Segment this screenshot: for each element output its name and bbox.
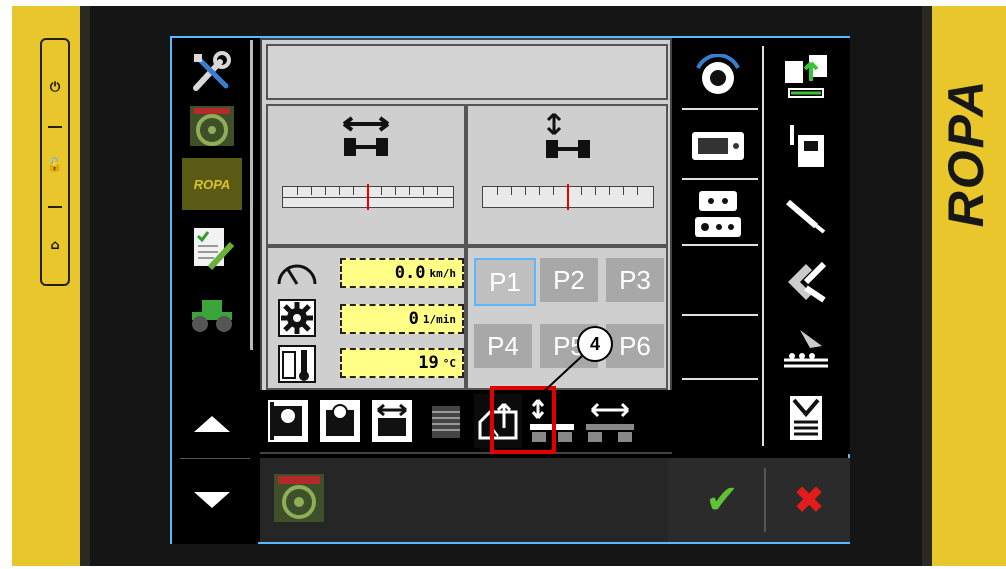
hardware-key-panel: ⏻ 🔓 ⌂ [40, 38, 70, 286]
right-menu [674, 38, 850, 454]
scroll-down-button[interactable] [182, 474, 242, 526]
blade-icon[interactable] [766, 184, 846, 244]
grid-panel-icon[interactable] [420, 394, 468, 448]
transfer-green-icon[interactable] [766, 46, 846, 106]
temperature-unit: °C [442, 356, 456, 370]
height-icon [546, 112, 590, 158]
rotating-gear-icon[interactable] [678, 46, 758, 106]
speed-readout: 0.0 km/h [340, 258, 464, 288]
scroll-up-button[interactable] [182, 398, 242, 450]
width-adjust-icon[interactable] [368, 394, 416, 448]
speed-value: 0.0 [394, 263, 426, 283]
control-panel-icon[interactable] [678, 184, 758, 244]
cleaning-unit-icon[interactable] [766, 252, 846, 312]
menu-scrollbar[interactable] [250, 40, 253, 350]
conveyor-icon[interactable] [766, 320, 846, 380]
steering-wheel-icon[interactable] [182, 100, 242, 152]
annotation-leader-line [525, 355, 583, 409]
preset-p6-button[interactable]: P6 [606, 324, 664, 368]
rpm-readout: 0 1/min [340, 304, 464, 334]
checkmark-icon: ✔ [705, 477, 739, 523]
height-gauge [482, 184, 654, 210]
terminal-display-icon[interactable] [678, 116, 758, 176]
message-area [260, 458, 668, 542]
brand-logo: ROPA [930, 40, 1000, 270]
speedometer-icon [274, 252, 320, 292]
rpm-value: 0 [408, 309, 419, 329]
bottom-bar: ✔ ✖ [260, 458, 850, 542]
front-hood-icon[interactable] [264, 394, 312, 448]
side-shift-indicator [367, 184, 369, 210]
preset-p2-button[interactable]: P2 [540, 258, 598, 302]
home-key-icon[interactable]: ⌂ [42, 238, 68, 253]
steering-wheel-small-icon[interactable] [272, 472, 326, 524]
readouts-panel: 0.0 km/h 0 1/min 19 °C [266, 246, 466, 390]
key-divider [48, 126, 62, 128]
height-indicator [567, 184, 569, 210]
temperature-readout: 19 °C [340, 348, 464, 378]
cancel-button[interactable]: ✖ [768, 458, 850, 542]
left-menu: ROPA [172, 38, 258, 544]
arrow-up-icon [194, 416, 230, 432]
unlock-key-icon[interactable]: 🔓 [42, 158, 68, 173]
side-shift-panel [266, 104, 466, 246]
temperature-value: 19 [418, 353, 439, 373]
terminal-screen: ROPA 0.0 km/h 0 1/min 19 °C P1 P2 P3 P4 … [170, 36, 850, 544]
height-panel [466, 104, 668, 246]
bunker-menu-icon[interactable] [766, 388, 846, 448]
menu-divider [180, 458, 250, 459]
cab-icon[interactable] [766, 116, 846, 176]
arrow-down-icon [194, 492, 230, 508]
confirm-button[interactable]: ✔ [680, 458, 764, 542]
annotation-callout: 4 [577, 326, 613, 362]
settings-wrench-icon[interactable] [182, 46, 242, 98]
ropa-logo-text: ROPA [193, 176, 231, 192]
preset-p3-button[interactable]: P3 [606, 258, 664, 302]
bottom-divider [764, 468, 766, 532]
brand-text: ROPA [938, 78, 994, 228]
side-shift-gauge [282, 184, 454, 210]
preset-p1-button[interactable]: P1 [474, 258, 536, 306]
speed-unit: km/h [429, 266, 457, 280]
device-frame: ⏻ 🔓 ⌂ ROPA ROPA 0.0 km/h 0 1/min 19 °C P… [0, 0, 1006, 569]
side-shift-icon [342, 116, 390, 156]
checklist-edit-icon[interactable] [182, 222, 242, 274]
rear-hood-icon[interactable] [316, 394, 364, 448]
ropa-logo-button[interactable]: ROPA [182, 158, 242, 210]
tractor-icon[interactable] [182, 288, 242, 340]
key-divider [48, 206, 62, 208]
oil-temperature-icon [274, 344, 320, 384]
function-icon-row [260, 390, 672, 452]
status-bar [266, 44, 668, 100]
rpm-unit: 1/min [422, 312, 456, 326]
power-key-icon[interactable]: ⏻ [42, 80, 68, 95]
rotor-gear-icon [274, 298, 320, 338]
close-icon: ✖ [793, 478, 825, 522]
track-width-icon[interactable] [582, 394, 638, 448]
